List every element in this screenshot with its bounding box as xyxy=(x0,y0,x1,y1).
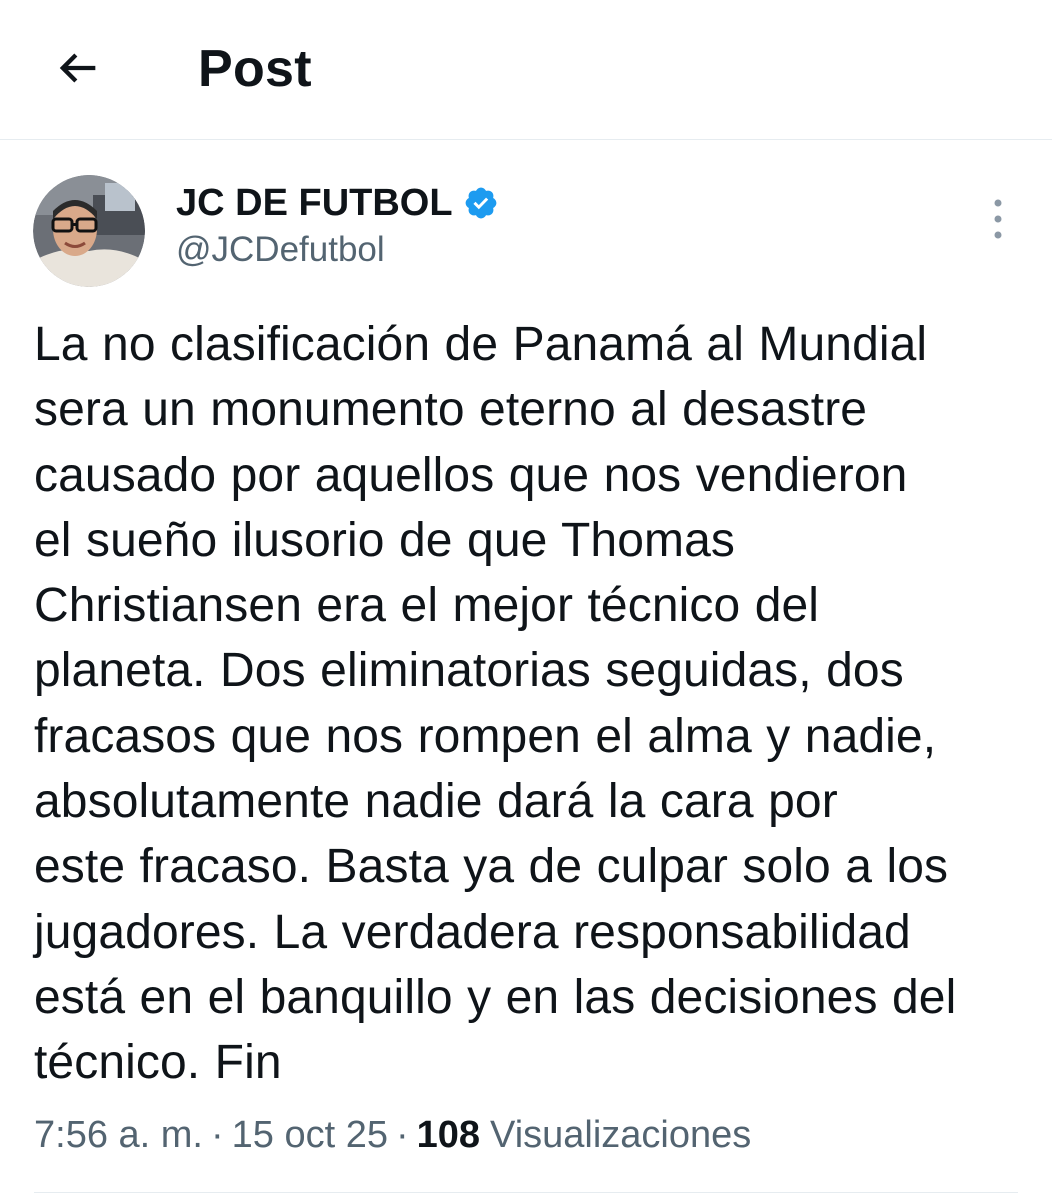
tweet-line: técnico. Fin xyxy=(34,1036,282,1090)
author-handle[interactable]: @JCDefutbol xyxy=(176,228,385,272)
meta-separator: · xyxy=(210,1114,224,1156)
tweet-line: Christiansen era el mejor técnico del xyxy=(34,579,820,633)
user-avatar-image xyxy=(33,175,145,287)
avatar[interactable] xyxy=(33,175,145,287)
views-label: Visualizaciones xyxy=(490,1114,752,1156)
tweet-line: sera un monumento eterno al desastre xyxy=(34,383,868,437)
tweet-line: fracasos que nos rompen el alma y nadie, xyxy=(34,709,937,763)
tweet-line: causado por aquellos que nos vendieron xyxy=(34,448,908,502)
arrow-left-icon xyxy=(59,53,96,83)
tweet-line: La no clasificación de Panamá al Mundial xyxy=(34,318,928,371)
tweet-line: está en el banquillo y en las decisiones… xyxy=(34,970,957,1024)
more-options-button[interactable] xyxy=(978,195,1018,243)
tweet-text: La no clasificación de Panamá al Mundial… xyxy=(34,312,1024,1096)
meta-separator: · xyxy=(395,1114,409,1156)
tweet-line: el sueño ilusorio de que Thomas xyxy=(34,513,735,567)
tweet-time[interactable]: 7:56 a. m. xyxy=(34,1110,203,1160)
tweet-line: este fracaso. Basta ya de culpar solo a … xyxy=(34,840,949,894)
tweet-line: absolutamente nadie dará la cara por xyxy=(34,775,838,829)
display-name[interactable]: JC DE FUTBOL xyxy=(176,180,453,226)
tweet-date[interactable]: 15 oct 25 xyxy=(232,1110,388,1160)
verified-badge-icon[interactable] xyxy=(463,185,499,221)
back-button[interactable] xyxy=(40,30,116,106)
tweet-meta: 7:56 a. m. · 15 oct 25 · 108 Visualizaci… xyxy=(34,1110,751,1160)
views-count: 108 xyxy=(416,1114,481,1156)
author-name-row: JC DE FUTBOL xyxy=(176,180,499,226)
tweet-line: planeta. Dos eliminatorias seguidas, dos xyxy=(34,644,904,698)
tweet-line: jugadores. La verdadera responsabilidad xyxy=(34,905,911,959)
divider xyxy=(34,1192,1018,1193)
page-title: Post xyxy=(198,40,312,98)
more-vertical-icon xyxy=(994,199,1002,239)
top-bar: Post xyxy=(0,0,1052,140)
